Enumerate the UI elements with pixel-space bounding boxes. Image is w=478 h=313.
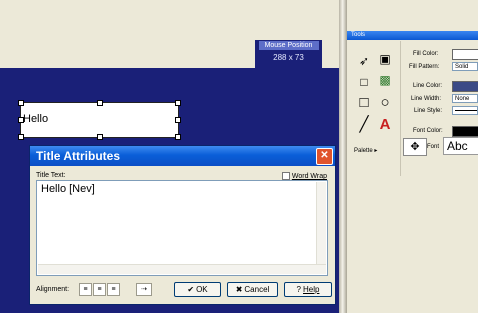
- dialog-title-bar[interactable]: Title Attributes ✕: [30, 146, 335, 166]
- close-button[interactable]: ✕: [316, 148, 333, 165]
- title-text-label: Title Text:: [36, 172, 66, 179]
- textarea-vertical-scrollbar[interactable]: [316, 182, 326, 264]
- font-sample-text: Abc: [447, 139, 468, 153]
- panel-splitter[interactable]: [339, 0, 347, 313]
- word-wrap-checkbox-box[interactable]: [281, 172, 290, 180]
- resize-handle-top-left[interactable]: [18, 100, 24, 106]
- title-text-value: Hello [Nev]: [41, 183, 95, 195]
- palette-label: Palette: [354, 148, 373, 154]
- title-shape-text: Hello: [23, 113, 49, 125]
- align-left-icon: ≡: [83, 286, 88, 293]
- cancel-label: Cancel: [244, 285, 270, 294]
- line-color-label: Line Color:: [413, 83, 443, 89]
- alignment-label: Alignment:: [36, 286, 70, 293]
- title-shape[interactable]: Hello: [18, 100, 181, 140]
- tools-divider: [400, 41, 401, 176]
- tools-panel: Tools ➶ ▣ □ ▩ □ ○ ╱ A Palette ▸ Fill Col…: [347, 31, 478, 313]
- tools-title: Tools: [351, 32, 366, 38]
- square-tool-icon[interactable]: □: [356, 95, 372, 111]
- fill-color-label: Fill Color:: [413, 51, 439, 57]
- resize-handle-bottom[interactable]: [97, 134, 103, 140]
- line-color-swatch[interactable]: [452, 81, 478, 92]
- palette-button[interactable]: Palette ▸: [354, 147, 377, 154]
- fill-color-swatch[interactable]: [452, 49, 478, 60]
- ok-button[interactable]: ✔ OK: [174, 282, 221, 297]
- resize-handle-bottom-right[interactable]: [175, 134, 181, 140]
- page-tool-icon[interactable]: ▣: [377, 51, 393, 67]
- line-tool-icon[interactable]: ╱: [356, 117, 372, 133]
- dialog-title: Title Attributes: [36, 149, 121, 163]
- insert-field-icon: ⇢: [141, 286, 147, 293]
- resize-handle-left[interactable]: [18, 117, 24, 123]
- font-dialog-icon: ✥: [410, 141, 420, 153]
- line-width-select[interactable]: None: [452, 94, 478, 103]
- resize-handle-right[interactable]: [175, 117, 181, 123]
- pointer-tool-icon[interactable]: ➶: [356, 53, 372, 69]
- font-color-label: Font Color:: [413, 128, 443, 134]
- align-right-icon: ≡: [111, 286, 116, 293]
- title-text-input[interactable]: Hello [Nev]: [36, 180, 328, 276]
- ellipse-tool-icon[interactable]: ○: [377, 95, 393, 111]
- fill-pattern-label: Fill Pattern:: [409, 64, 440, 70]
- resize-handle-top-right[interactable]: [175, 100, 181, 106]
- cancel-icon: ✖: [235, 285, 243, 294]
- word-wrap-checkbox[interactable]: Word Wrap: [281, 172, 327, 180]
- align-center-icon: ≡: [97, 286, 102, 293]
- help-icon: ?: [296, 285, 301, 294]
- font-color-swatch[interactable]: [452, 126, 478, 137]
- tools-panel-header: Tools: [347, 31, 478, 40]
- word-wrap-label: Word Wrap: [291, 172, 327, 180]
- textarea-horizontal-scrollbar[interactable]: [38, 264, 326, 274]
- line-style-select[interactable]: [452, 106, 478, 115]
- image-tool-icon[interactable]: ▩: [377, 72, 393, 88]
- close-icon: ✕: [320, 150, 329, 161]
- mouse-position-value: 288 x 73: [273, 53, 304, 62]
- help-label: Help: [303, 285, 320, 294]
- insert-field-button[interactable]: ⇢: [136, 283, 152, 296]
- mouse-position-readout: Mouse Position 288 x 73: [255, 40, 322, 68]
- resize-handle-bottom-left[interactable]: [18, 134, 24, 140]
- align-right-button[interactable]: ≡: [107, 283, 120, 296]
- resize-handle-top[interactable]: [97, 100, 103, 106]
- align-center-button[interactable]: ≡: [93, 283, 106, 296]
- font-button[interactable]: ✥: [403, 138, 427, 156]
- line-style-label: Line Style:: [414, 108, 443, 114]
- font-sample[interactable]: Abc: [443, 137, 478, 155]
- ok-icon: ✔: [187, 285, 195, 294]
- text-tool-icon[interactable]: A: [377, 117, 393, 133]
- dialog-button-bar: Alignment: ≡ ≡ ≡ ⇢ ✔ OK ✖ Cancel ? Help: [34, 281, 332, 299]
- line-style-icon: [455, 110, 477, 111]
- line-width-label: Line Width:: [411, 96, 442, 102]
- ok-label: OK: [196, 285, 208, 294]
- fill-pattern-value: Solid: [455, 64, 469, 70]
- font-label: Font: [427, 144, 440, 150]
- help-button[interactable]: ? Help: [284, 282, 332, 297]
- rectangle-tool-icon[interactable]: □: [356, 74, 372, 90]
- fill-pattern-select[interactable]: Solid: [452, 62, 478, 71]
- align-left-button[interactable]: ≡: [79, 283, 92, 296]
- palette-arrow-icon: ▸: [374, 148, 378, 154]
- mouse-position-label: Mouse Position: [258, 41, 319, 50]
- cancel-button[interactable]: ✖ Cancel: [227, 282, 278, 297]
- title-attributes-dialog: Title Attributes ✕ Title Text: Word Wrap…: [29, 145, 336, 305]
- line-width-value: None: [455, 96, 470, 102]
